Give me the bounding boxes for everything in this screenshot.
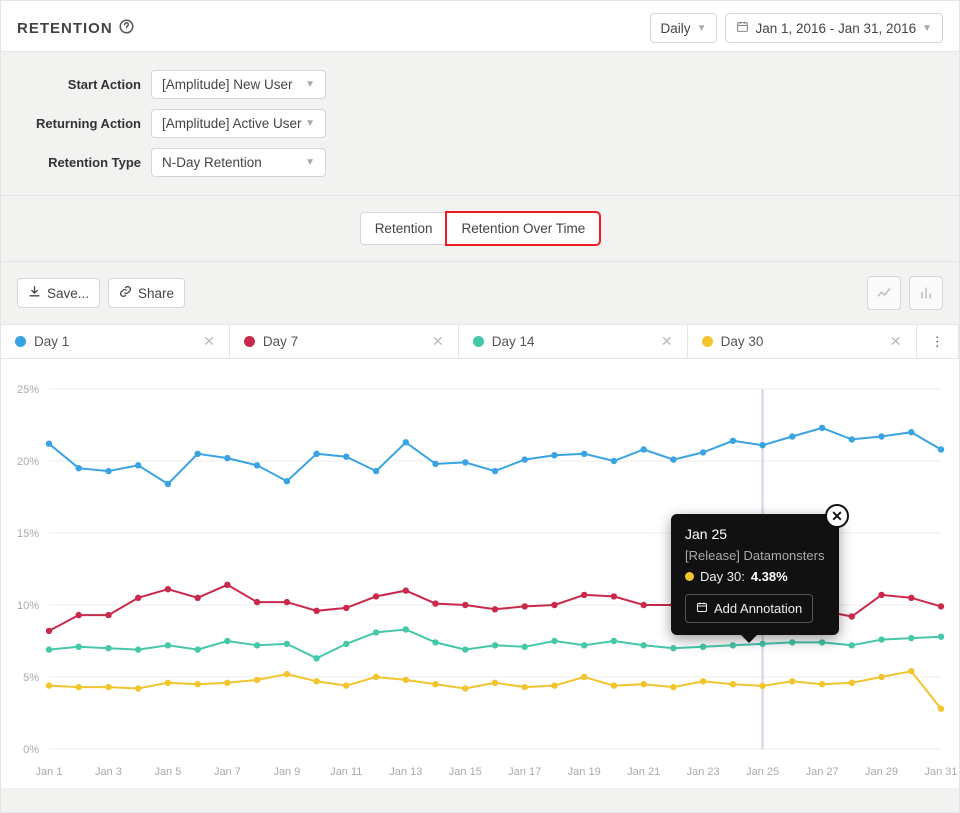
caret-down-icon: ▼ — [305, 157, 315, 168]
bar-chart-toggle[interactable] — [909, 276, 943, 310]
tooltip-date: Jan 25 — [685, 526, 825, 542]
svg-text:Jan 9: Jan 9 — [273, 766, 300, 778]
share-button[interactable]: Share — [108, 278, 185, 308]
close-icon[interactable]: ✕ — [432, 333, 444, 350]
svg-text:Jan 23: Jan 23 — [687, 766, 720, 778]
save-button[interactable]: Save... — [17, 278, 100, 308]
date-range-dropdown[interactable]: Jan 1, 2016 - Jan 31, 2016 ▼ — [725, 13, 943, 43]
svg-text:Jan 3: Jan 3 — [95, 766, 122, 778]
close-icon[interactable]: ✕ — [203, 333, 215, 350]
header-controls: Daily ▼ Jan 1, 2016 - Jan 31, 2016 ▼ — [650, 13, 943, 43]
page-title-area: RETENTION — [17, 19, 134, 37]
interval-dropdown[interactable]: Daily ▼ — [650, 13, 718, 43]
legend-label: Day 1 — [34, 334, 69, 349]
add-annotation-button[interactable]: Add Annotation — [685, 594, 813, 623]
returning-action-value: [Amplitude] Active User — [162, 116, 302, 131]
legend-dot — [702, 336, 713, 347]
tooltip-series-row: Day 30: 4.38% — [685, 569, 825, 584]
tooltip-subtitle: [Release] Datamonsters — [685, 548, 825, 563]
filters-panel: Start Action [Amplitude] New User ▼ Retu… — [1, 51, 959, 196]
retention-type-select[interactable]: N-Day Retention ▼ — [151, 148, 326, 177]
legend-dot — [244, 336, 255, 347]
svg-text:Jan 27: Jan 27 — [806, 766, 839, 778]
close-icon[interactable]: ✕ — [890, 333, 902, 350]
tooltip-series-label: Day 30: — [700, 569, 745, 584]
header-bar: RETENTION Daily ▼ Jan 1, 2016 - Jan 31, … — [1, 1, 959, 51]
legend-item-day1[interactable]: Day 1 ✕ — [1, 325, 230, 358]
tooltip-dot — [685, 572, 694, 581]
svg-text:5%: 5% — [23, 672, 39, 684]
caret-down-icon: ▼ — [305, 118, 315, 129]
legend-label: Day 30 — [721, 334, 764, 349]
tab-retention-over-time[interactable]: Retention Over Time — [446, 212, 600, 245]
help-icon[interactable] — [119, 19, 134, 37]
svg-text:Jan 11: Jan 11 — [330, 766, 362, 778]
legend-item-day30[interactable]: Day 30 ✕ — [688, 325, 917, 358]
svg-text:Jan 21: Jan 21 — [627, 766, 660, 778]
svg-text:Jan 15: Jan 15 — [449, 766, 482, 778]
svg-text:15%: 15% — [17, 528, 39, 540]
series-legend: Day 1 ✕ Day 7 ✕ Day 14 ✕ Day 30 ✕ ⋮ — [1, 324, 959, 358]
tooltip-value: 4.38% — [751, 569, 788, 584]
legend-item-day14[interactable]: Day 14 ✕ — [459, 325, 688, 358]
tooltip-close-button[interactable]: ✕ — [825, 504, 849, 528]
svg-text:Jan 7: Jan 7 — [214, 766, 241, 778]
start-action-value: [Amplitude] New User — [162, 77, 293, 92]
svg-text:Jan 13: Jan 13 — [389, 766, 422, 778]
retention-type-value: N-Day Retention — [162, 155, 262, 170]
line-chart-toggle[interactable] — [867, 276, 901, 310]
legend-overflow-menu[interactable]: ⋮ — [917, 325, 960, 358]
page-title: RETENTION — [17, 20, 113, 37]
svg-text:Jan 25: Jan 25 — [746, 766, 779, 778]
svg-text:Jan 29: Jan 29 — [865, 766, 898, 778]
view-tabs: Retention Retention Over Time — [360, 212, 601, 245]
start-action-label: Start Action — [21, 77, 141, 92]
retention-type-label: Retention Type — [21, 155, 141, 170]
view-tabs-wrap: Retention Retention Over Time — [1, 196, 959, 262]
svg-text:20%: 20% — [17, 456, 39, 468]
interval-label: Daily — [661, 21, 691, 36]
dots-vertical-icon: ⋮ — [931, 334, 945, 350]
svg-text:Jan 31: Jan 31 — [924, 766, 957, 778]
legend-dot — [15, 336, 26, 347]
download-icon — [28, 285, 41, 301]
calendar-icon — [696, 601, 708, 616]
caret-down-icon: ▼ — [922, 23, 932, 34]
chart-area: 0% 5% 10% 15% 20% 25% Jan 1 Jan 3 Jan 5 Jan 7 Jan … — [1, 358, 959, 788]
legend-label: Day 7 — [263, 334, 298, 349]
chart-tooltip: ✕ Jan 25 [Release] Datamonsters Day 30: … — [671, 514, 839, 635]
legend-label: Day 14 — [492, 334, 535, 349]
date-range-label: Jan 1, 2016 - Jan 31, 2016 — [755, 21, 916, 36]
svg-text:0%: 0% — [23, 744, 39, 756]
returning-action-select[interactable]: [Amplitude] Active User ▼ — [151, 109, 326, 138]
legend-item-day7[interactable]: Day 7 ✕ — [230, 325, 459, 358]
returning-action-label: Returning Action — [21, 116, 141, 131]
calendar-icon — [736, 20, 749, 36]
close-icon[interactable]: ✕ — [661, 333, 673, 350]
add-annotation-label: Add Annotation — [714, 601, 802, 616]
legend-dot — [473, 336, 484, 347]
save-label: Save... — [47, 286, 89, 301]
tooltip-arrow — [741, 635, 757, 643]
svg-text:25%: 25% — [17, 384, 39, 396]
svg-text:Jan 1: Jan 1 — [36, 766, 63, 778]
chart-toolbar: Save... Share — [1, 262, 959, 324]
svg-text:Jan 17: Jan 17 — [508, 766, 541, 778]
caret-down-icon: ▼ — [305, 79, 315, 90]
svg-text:10%: 10% — [17, 600, 39, 612]
link-icon — [119, 285, 132, 301]
caret-down-icon: ▼ — [697, 23, 707, 34]
start-action-select[interactable]: [Amplitude] New User ▼ — [151, 70, 326, 99]
svg-text:Jan 5: Jan 5 — [154, 766, 181, 778]
svg-text:Jan 19: Jan 19 — [568, 766, 601, 778]
share-label: Share — [138, 286, 174, 301]
tab-retention[interactable]: Retention — [360, 212, 447, 245]
